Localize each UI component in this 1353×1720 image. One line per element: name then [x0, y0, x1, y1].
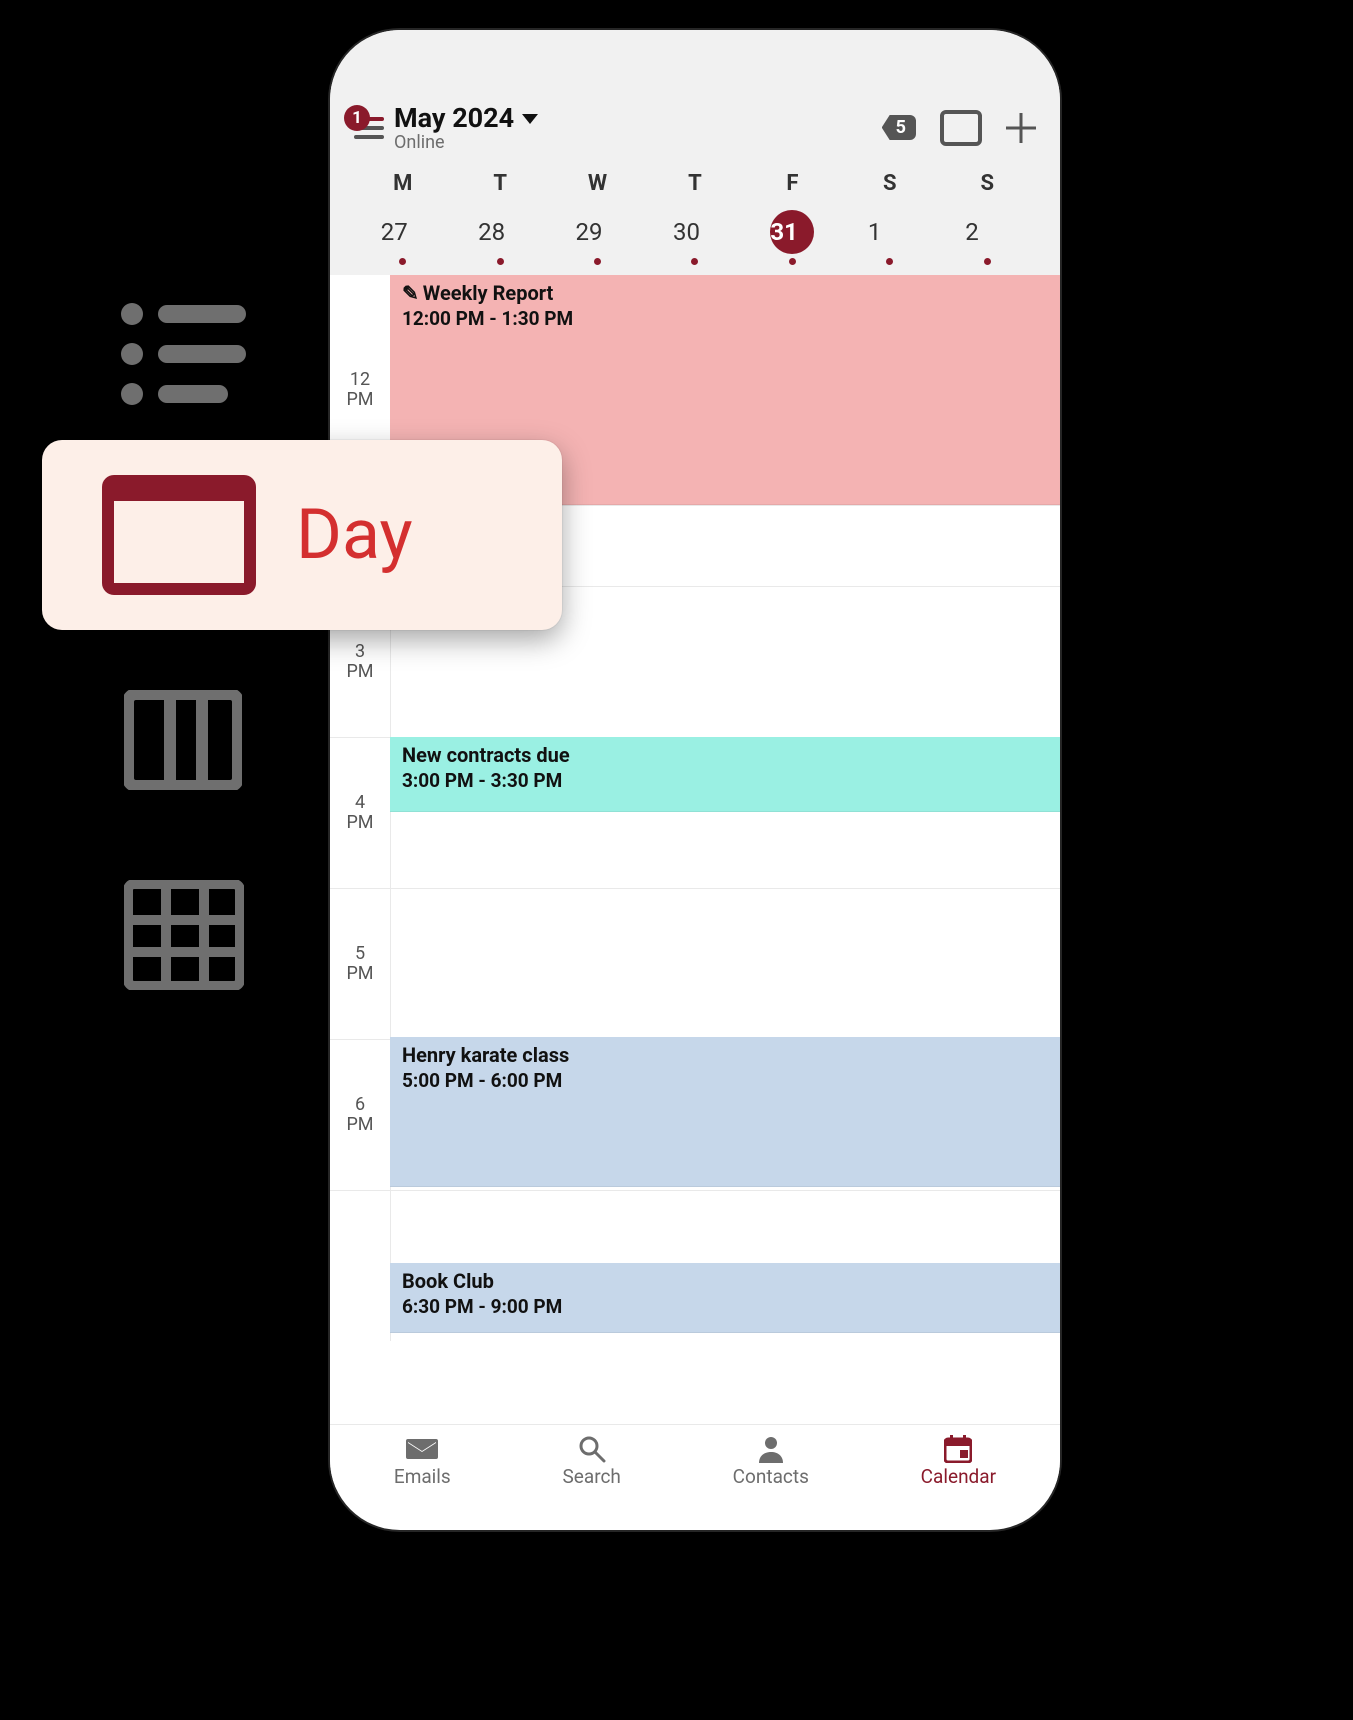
date-cell[interactable]: 27 [354, 210, 451, 265]
connection-status: Online [394, 132, 882, 153]
add-event-button[interactable] [1006, 113, 1036, 143]
view-week-icon[interactable] [124, 690, 242, 790]
calendar-icon [942, 1435, 974, 1463]
today-icon[interactable] [940, 110, 982, 146]
event-title: Book Club [402, 1269, 1048, 1293]
view-month-icon[interactable] [124, 880, 244, 990]
nav-calendar[interactable]: Calendar [921, 1435, 996, 1488]
nav-label: Calendar [921, 1465, 996, 1488]
event-title: New contracts due [402, 743, 1048, 767]
date-number: 2 [965, 210, 1009, 254]
chevron-down-icon [522, 114, 538, 124]
filter-chip[interactable]: 5 [882, 115, 916, 140]
date-cell[interactable]: 30 [646, 210, 743, 265]
date-cell[interactable]: 28 [451, 210, 548, 265]
weekday-label: T [493, 171, 507, 196]
view-day-label: Day [296, 494, 413, 576]
nav-label: Search [563, 1465, 621, 1488]
menu-badge: 1 [344, 105, 370, 131]
weekday-label: F [786, 171, 798, 196]
event-time: 3:00 PM - 3:30 PM [402, 769, 1048, 792]
nav-search[interactable]: Search [563, 1435, 621, 1488]
date-strip: 27 28 29 30 31 1 2 [354, 210, 1036, 265]
event-dot [789, 258, 796, 265]
view-day-button[interactable]: Day [42, 440, 562, 630]
event-dot [594, 258, 601, 265]
search-icon [576, 1435, 608, 1463]
nav-emails[interactable]: Emails [394, 1435, 451, 1488]
weekday-labels: M T W T F S S [354, 171, 1036, 196]
weekday-label: S [980, 171, 994, 196]
calendar-event[interactable]: Book Club6:30 PM - 9:00 PM [390, 1263, 1060, 1333]
weekday-label: W [588, 171, 607, 196]
nav-contacts[interactable]: Contacts [733, 1435, 809, 1488]
date-cell[interactable]: 2 [939, 210, 1036, 265]
weekday-label: T [688, 171, 702, 196]
hour-label: 5PM [330, 889, 390, 1039]
date-number: 27 [381, 210, 425, 254]
bottom-nav: Emails Search Contacts Calendar [330, 1424, 1060, 1490]
date-number: 28 [478, 210, 522, 254]
event-time: 12:00 PM - 1:30 PM [402, 307, 1048, 330]
hour-row: 5PM [330, 888, 1060, 1039]
date-number: 1 [868, 210, 912, 254]
weekday-label: M [393, 171, 412, 196]
month-selector[interactable]: May 2024 [394, 102, 882, 134]
view-agenda-icon[interactable] [118, 300, 248, 410]
app-header: 1 May 2024 Online 5 M T W T F S [330, 30, 1060, 275]
hour-label: 4PM [330, 738, 390, 888]
nav-label: Emails [394, 1465, 451, 1488]
day-view[interactable]: 12PM2PM3PM4PM5PM6PM✎Weekly Report12:00 P… [330, 275, 1060, 1341]
email-icon [406, 1435, 438, 1463]
date-cell[interactable]: 1 [841, 210, 938, 265]
phone-frame: 1 May 2024 Online 5 M T W T F S [330, 30, 1060, 1530]
event-time: 5:00 PM - 6:00 PM [402, 1069, 1048, 1092]
event-dot [984, 258, 991, 265]
event-dot [399, 258, 406, 265]
event-title: Henry karate class [402, 1043, 1048, 1067]
date-cell[interactable]: 29 [549, 210, 646, 265]
event-dot [886, 258, 893, 265]
nav-label: Contacts [733, 1465, 809, 1488]
event-title: ✎Weekly Report [402, 281, 1048, 305]
month-title: May 2024 [394, 102, 514, 134]
weekday-label: S [883, 171, 897, 196]
edit-icon: ✎ [402, 281, 419, 305]
contacts-icon [755, 1435, 787, 1463]
date-number: 31 [770, 210, 814, 254]
calendar-event[interactable]: New contracts due3:00 PM - 3:30 PM [390, 737, 1060, 812]
date-number: 30 [673, 210, 717, 254]
event-time: 6:30 PM - 9:00 PM [402, 1295, 1048, 1318]
hour-label: 6PM [330, 1040, 390, 1190]
day-view-icon [102, 475, 256, 595]
menu-button[interactable]: 1 [354, 117, 384, 139]
calendar-event[interactable]: Henry karate class5:00 PM - 6:00 PM [390, 1037, 1060, 1187]
event-dot [497, 258, 504, 265]
date-cell[interactable]: 31 [744, 210, 841, 265]
event-dot [691, 258, 698, 265]
date-number: 29 [576, 210, 620, 254]
